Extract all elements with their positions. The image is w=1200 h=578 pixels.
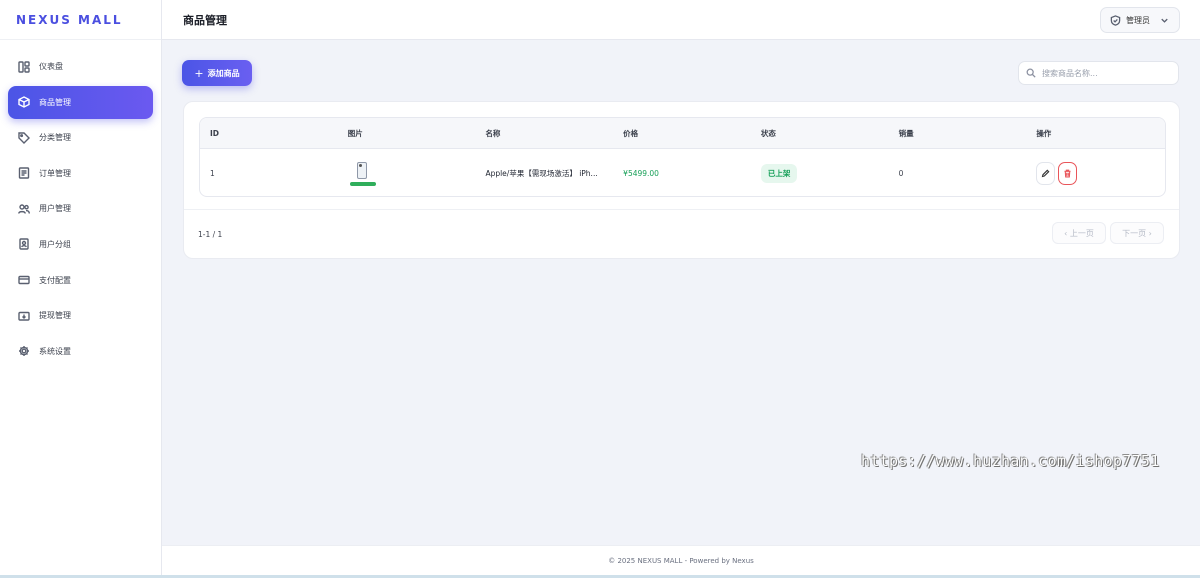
column-header-sales: 销量 — [898, 128, 914, 138]
chevron-down-icon — [1161, 18, 1168, 23]
sidebar-nav: 仪表盘 商品管理 分类管理 订单管理 用户管理 用户分组 支付配置 提现管理 系… — [0, 40, 161, 368]
sidebar-item-label: 用户分组 — [39, 239, 71, 249]
page-title: 商品管理 — [183, 13, 227, 27]
column-header-image: 图片 — [347, 128, 363, 138]
cell-price: ¥5499.00 — [623, 168, 659, 178]
sidebar-item-label: 系统设置 — [39, 346, 71, 356]
sidebar-item-users[interactable]: 用户管理 — [8, 192, 153, 225]
column-header-actions: 操作 — [1036, 128, 1052, 138]
sidebar-item-dashboard[interactable]: 仪表盘 — [8, 50, 153, 83]
credit-card-icon — [18, 274, 30, 286]
search-input[interactable] — [1042, 68, 1172, 78]
users-icon — [18, 203, 30, 215]
sidebar-item-payment[interactable]: 支付配置 — [8, 264, 153, 297]
admin-menu-button[interactable]: 管理员 — [1100, 7, 1180, 33]
wallet-icon — [18, 310, 30, 322]
column-header-id: ID — [210, 128, 220, 138]
cell-sales: 0 — [898, 168, 904, 178]
cell-name: Apple/苹果【需现场激活】 iPh... — [485, 168, 598, 178]
sidebar-item-label: 用户管理 — [39, 204, 71, 214]
add-product-label: 添加商品 — [207, 68, 240, 78]
sidebar-item-label: 支付配置 — [39, 275, 71, 285]
status-badge: 已上架 — [760, 163, 798, 183]
prev-page-label: 上一页 — [1069, 228, 1094, 238]
trash-icon — [1064, 169, 1071, 177]
watermark-text: https://www.huzhan.com/ishop7751 — [861, 452, 1160, 470]
column-header-name: 名称 — [485, 128, 501, 138]
box-icon — [18, 96, 30, 108]
column-header-status: 状态 — [760, 128, 776, 138]
divider — [184, 209, 1179, 210]
footer: © 2025 NEXUS MALL - Powered by Nexus — [162, 545, 1200, 575]
brand-logo[interactable]: NEXUS MALL — [0, 0, 161, 40]
sidebar-item-label: 分类管理 — [39, 133, 71, 143]
footer-text: © 2025 NEXUS MALL - Powered by Nexus — [608, 556, 754, 565]
sidebar-item-label: 商品管理 — [39, 97, 71, 107]
user-badge-icon — [18, 238, 30, 251]
chevron-right-icon: › — [1146, 228, 1152, 238]
admin-label: 管理员 — [1126, 15, 1150, 25]
top-bar: 商品管理 管理员 — [162, 0, 1200, 40]
cell-id: 1 — [210, 168, 215, 178]
receipt-icon — [18, 167, 30, 179]
sidebar-item-user-groups[interactable]: 用户分组 — [8, 228, 153, 261]
next-page-label: 下一页 — [1122, 228, 1147, 238]
cell-actions — [1026, 161, 1165, 185]
table-header: ID 图片 名称 价格 状态 销量 操作 — [200, 118, 1165, 149]
pagination-info: 1-1 / 1 — [198, 230, 223, 239]
next-page-button[interactable]: 下一页 › — [1110, 222, 1164, 244]
sidebar-item-label: 订单管理 — [39, 168, 71, 178]
delete-button[interactable] — [1058, 161, 1078, 185]
search-icon — [1026, 68, 1036, 78]
sidebar-item-products[interactable]: 商品管理 — [8, 85, 153, 119]
dashboard-icon — [18, 60, 30, 73]
sidebar-item-label: 仪表盘 — [39, 62, 63, 71]
products-table: ID 图片 名称 价格 状态 销量 操作 1 Apple/苹果【需现场激活】 i… — [199, 117, 1166, 197]
product-thumbnail — [348, 160, 378, 186]
sidebar-item-categories[interactable]: 分类管理 — [8, 121, 153, 154]
sidebar-item-settings[interactable]: 系统设置 — [8, 335, 153, 368]
products-card: ID 图片 名称 价格 状态 销量 操作 1 Apple/苹果【需现场激活】 i… — [183, 101, 1180, 259]
sidebar-item-label: 提现管理 — [39, 311, 71, 321]
sidebar: NEXUS MALL 仪表盘 商品管理 分类管理 订单管理 用户管理 用户分组 … — [0, 0, 162, 578]
edit-button[interactable] — [1036, 161, 1056, 185]
cell-image — [338, 160, 476, 186]
prev-page-button[interactable]: ‹ 上一页 — [1052, 222, 1106, 244]
gear-icon — [18, 345, 30, 357]
search-box — [1018, 61, 1179, 85]
column-header-price: 价格 — [623, 128, 639, 138]
tag-icon — [18, 131, 30, 144]
table-row: 1 Apple/苹果【需现场激活】 iPh... ¥5499.00 已上架 0 — [200, 149, 1165, 196]
sidebar-item-orders[interactable]: 订单管理 — [8, 157, 153, 190]
sidebar-item-withdrawals[interactable]: 提现管理 — [8, 299, 153, 332]
cell-status: 已上架 — [751, 163, 889, 183]
pencil-icon — [1042, 169, 1050, 177]
shield-icon — [1110, 14, 1121, 26]
plus-icon: + — [194, 66, 204, 80]
add-product-button[interactable]: + 添加商品 — [182, 60, 252, 86]
